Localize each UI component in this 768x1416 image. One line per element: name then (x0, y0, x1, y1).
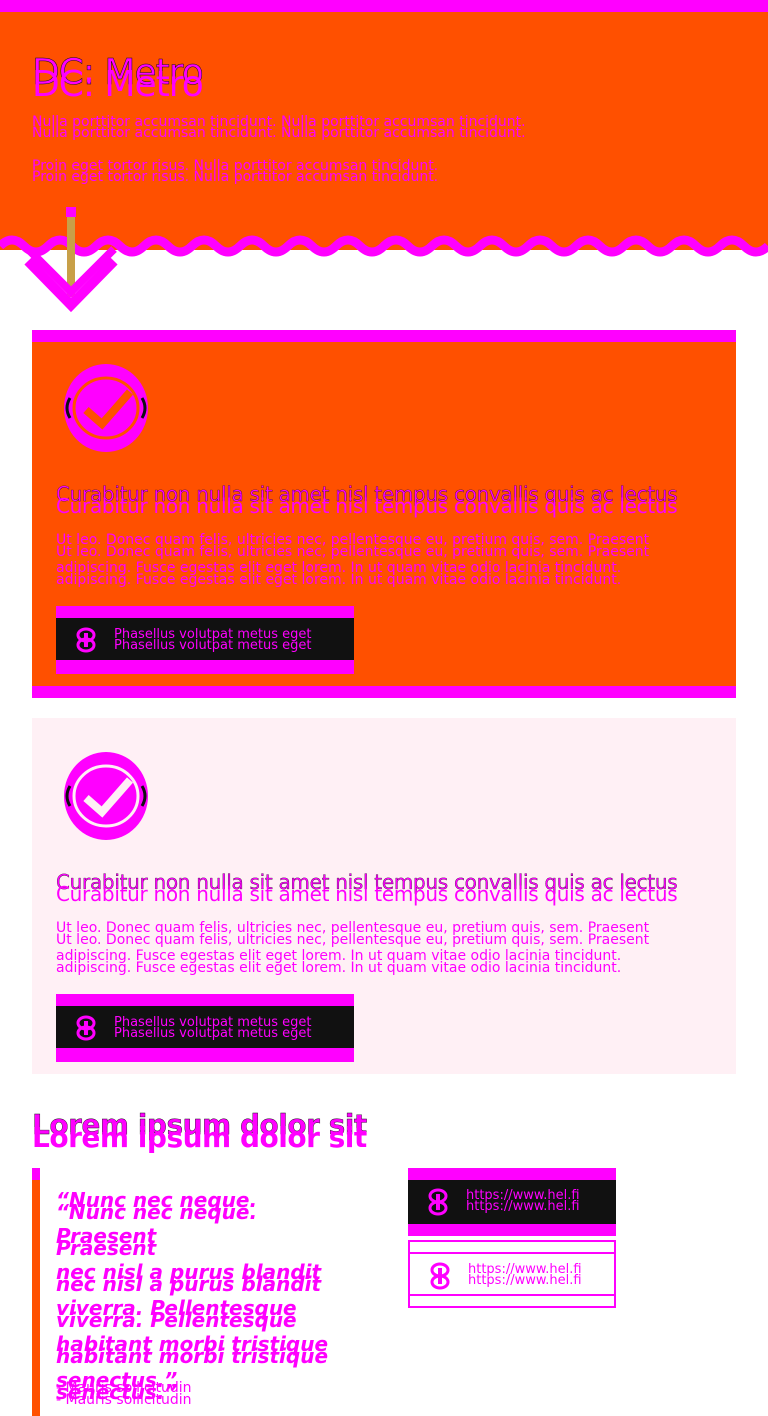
external-link-label-shadow[interactable]: https://www.hel.fi (468, 1273, 582, 1288)
quote-text: “Nunc nec neque. Praesent nec nisl a pur… (56, 1182, 356, 1404)
card-body-line: adipiscing. Fusce egestas elit eget lore… (56, 948, 716, 976)
external-link-label[interactable]: https://www.hel.fi https://www.hel.fi (466, 1188, 580, 1214)
card-body-line: adipiscing. Fusce egestas elit eget lore… (56, 560, 716, 588)
page-title-shadow: DC: Metro (32, 64, 204, 105)
card-body: Ut leo. Donec quam felis, ultricies nec,… (56, 532, 716, 588)
quote-author: - Mauris sollicitudin - Mauris sollicitu… (56, 1380, 192, 1408)
check-circle-icon (64, 364, 148, 452)
quote-block: “Nunc nec neque. Praesent nec nisl a pur… (32, 1168, 372, 1416)
section-title-shadow: Lorem ipsum dolor sit (32, 1121, 367, 1154)
card-title-shadow: Curabitur non nulla sit amet nisl tempus… (56, 882, 678, 906)
quote-accent-bar (32, 1168, 40, 1416)
card-link-button[interactable]: Phasellus volutpat metus eget Phasellus … (56, 606, 354, 674)
quote-line-shadow: viverra. Pellentesque (56, 1308, 297, 1332)
hero-paragraph-1: Nulla porttitor accumsan tincidunt. Null… (32, 114, 526, 141)
external-link-2[interactable]: https://www.hel.fi https://www.hel.fi (408, 1240, 616, 1308)
card-link-button-body[interactable]: Phasellus volutpat metus eget Phasellus … (56, 1006, 354, 1048)
card-title: Curabitur non nulla sit amet nisl tempus… (56, 482, 678, 518)
card-link-button-body[interactable]: Phasellus volutpat metus eget Phasellus … (56, 618, 354, 660)
card-link-button-label[interactable]: Phasellus volutpat metus eget Phasellus … (114, 627, 311, 653)
feature-card-1: Curabitur non nulla sit amet nisl tempus… (32, 330, 736, 698)
external-link-2-body[interactable]: https://www.hel.fi https://www.hel.fi (410, 1252, 614, 1296)
quote-line-shadow: nec nisl a purus blandit (56, 1272, 322, 1296)
link-chain-icon (430, 1262, 450, 1290)
page-title: DC: Metro DC: Metro (32, 52, 204, 105)
quote-accent-bar-tip (32, 1168, 40, 1180)
quote-lines-shadow: “Nunc nec neque. Praesent nec nisl a pur… (56, 1194, 356, 1410)
card-link-button-label-shadow[interactable]: Phasellus volutpat metus eget (114, 1026, 311, 1041)
quote-line-shadow: habitant morbi tristique (56, 1344, 329, 1368)
external-link-label-shadow[interactable]: https://www.hel.fi (466, 1199, 580, 1214)
card-link-button[interactable]: Phasellus volutpat metus eget Phasellus … (56, 994, 354, 1062)
link-chain-icon (76, 1015, 96, 1041)
link-chain-icon (428, 1188, 448, 1216)
feature-card-2: Curabitur non nulla sit amet nisl tempus… (32, 718, 736, 1074)
external-link-label[interactable]: https://www.hel.fi https://www.hel.fi (468, 1262, 582, 1288)
top-accent-bar (0, 0, 768, 12)
card-body-line-shadow: Ut leo. Donec quam felis, ultricies nec,… (56, 544, 650, 560)
card-bottom-bar (32, 686, 736, 698)
link-chain-icon (76, 627, 96, 653)
card-link-button-label[interactable]: Phasellus volutpat metus eget Phasellus … (114, 1015, 311, 1041)
hero-paragraph-1-shadow: Nulla porttitor accumsan tincidunt. Null… (32, 125, 526, 141)
card-link-button-label-shadow[interactable]: Phasellus volutpat metus eget (114, 638, 311, 653)
scroll-down-arrow-icon[interactable] (22, 205, 122, 325)
card-top-bar (32, 330, 736, 342)
external-link-1[interactable]: https://www.hel.fi https://www.hel.fi (408, 1168, 616, 1236)
hero-paragraph-2: Proin eget tortor risus. Nulla porttitor… (32, 158, 438, 185)
card-body: Ut leo. Donec quam felis, ultricies nec,… (56, 920, 716, 976)
section-title: Lorem ipsum dolor sit Lorem ipsum dolor … (32, 1108, 368, 1154)
card-title: Curabitur non nulla sit amet nisl tempus… (56, 870, 678, 906)
card-body-line-shadow: Ut leo. Donec quam felis, ultricies nec,… (56, 932, 650, 948)
check-circle-icon (64, 752, 148, 840)
card-body-line-shadow: adipiscing. Fusce egestas elit eget lore… (56, 960, 622, 976)
quote-line-shadow: “Nunc nec neque. Praesent (56, 1200, 258, 1260)
card-body-line: Ut leo. Donec quam felis, ultricies nec,… (56, 532, 716, 560)
card-body-line: Ut leo. Donec quam felis, ultricies nec,… (56, 920, 716, 948)
quote-author-shadow: - Mauris sollicitudin (56, 1392, 192, 1408)
external-link-1-body[interactable]: https://www.hel.fi https://www.hel.fi (408, 1180, 616, 1224)
card-body-line-shadow: adipiscing. Fusce egestas elit eget lore… (56, 572, 622, 588)
hero-paragraph-2-shadow: Proin eget tortor risus. Nulla porttitor… (32, 169, 439, 185)
card-title-shadow: Curabitur non nulla sit amet nisl tempus… (56, 494, 678, 518)
